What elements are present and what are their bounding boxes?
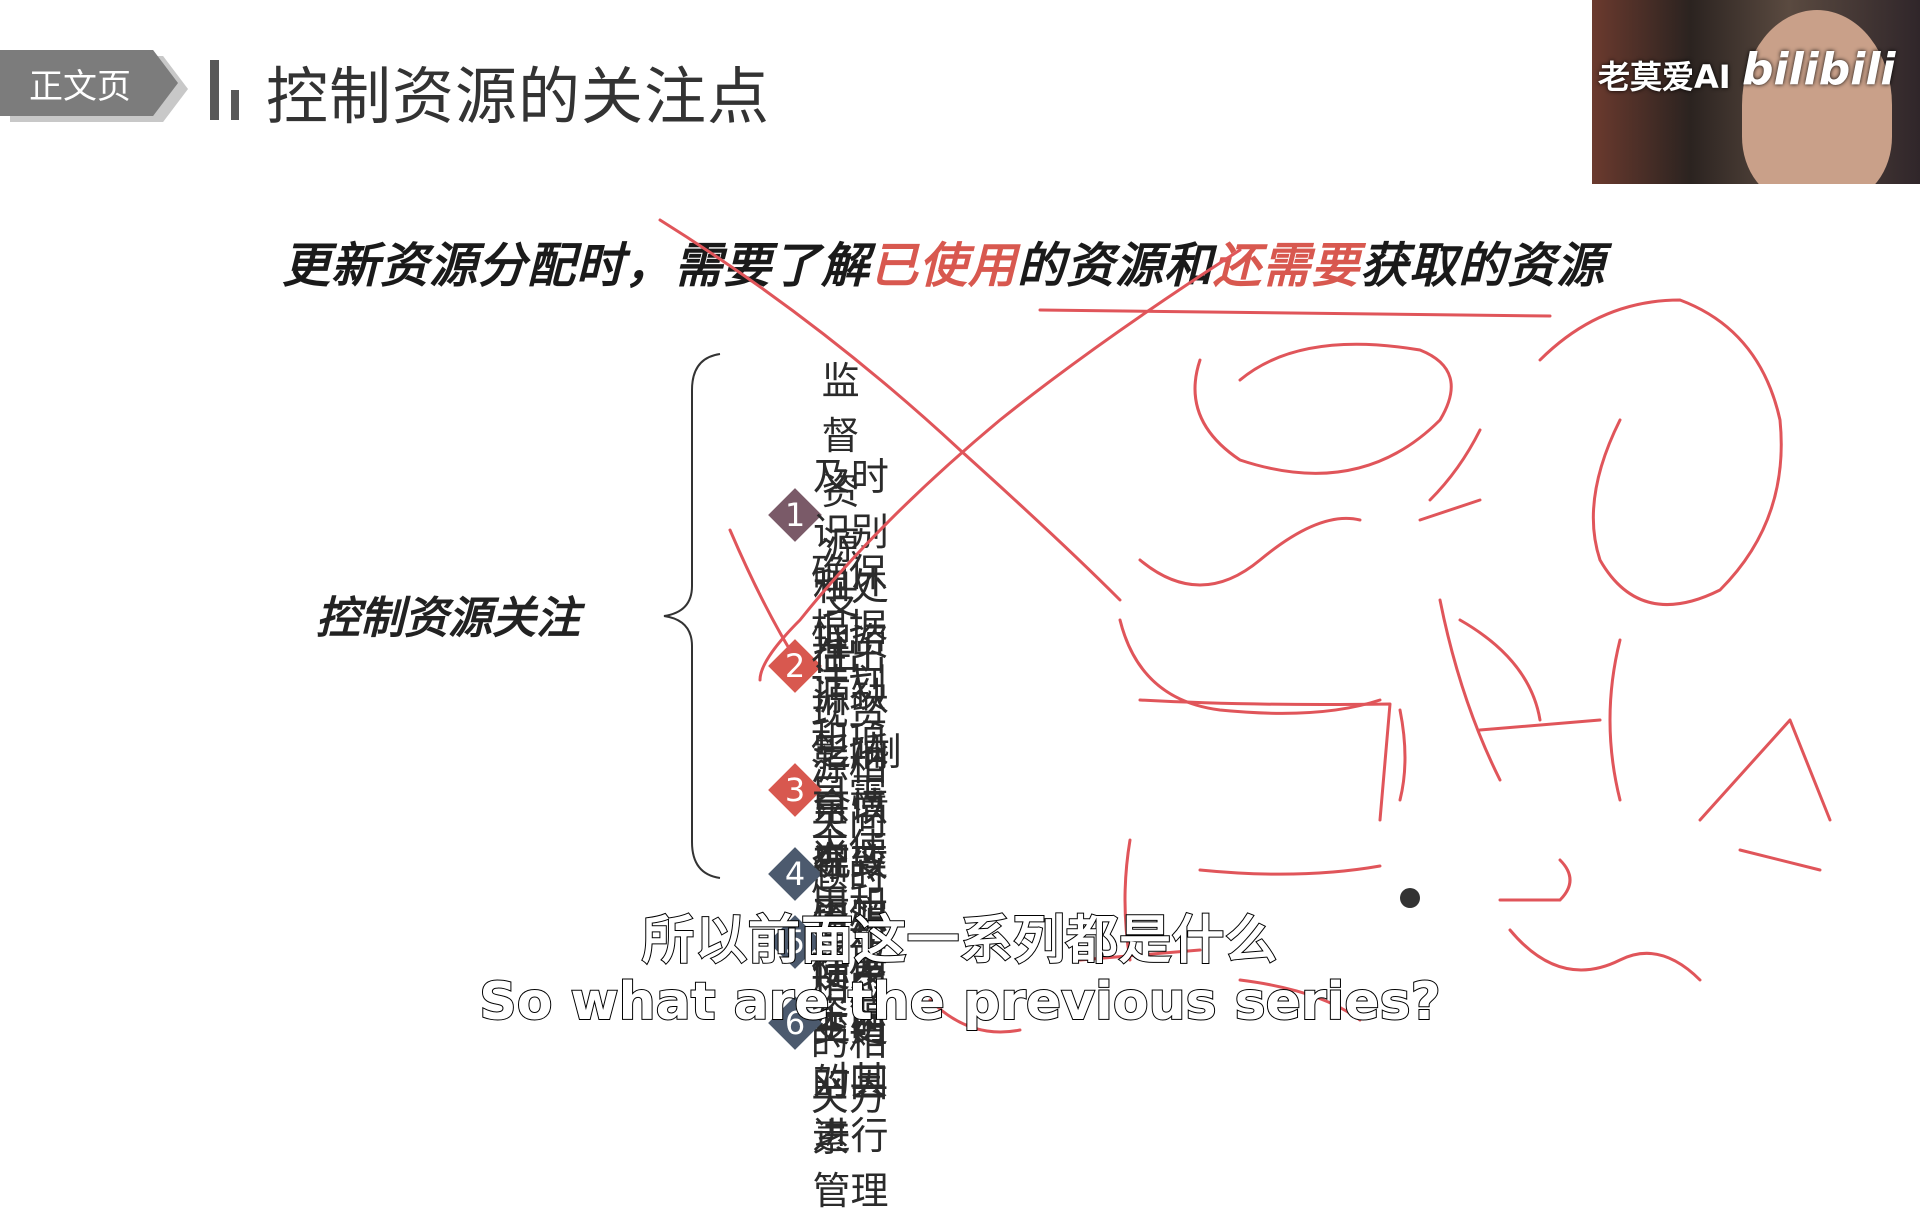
headline-part1: 更新资源分配时，需要了解 <box>282 238 871 294</box>
subtitle-english: So what are the previous series? <box>478 971 1441 1033</box>
headline-highlight-needed: 还需要 <box>1213 238 1361 294</box>
webcam-overlay: 老莫爱AI bilibili <box>1592 0 1920 184</box>
title-bars-decoration <box>210 56 244 120</box>
headline-part3: 获取的资源 <box>1360 238 1606 294</box>
headline-highlight-used: 已使用 <box>870 238 1018 294</box>
curly-brace <box>663 353 721 879</box>
subtitle-chinese: 所以前面这一系列都是什么 <box>641 910 1278 972</box>
headline: 更新资源分配时，需要了解已使用的资源和还需要获取的资源 <box>282 226 1605 296</box>
group-label: 控制资源关注 <box>316 593 580 644</box>
page-tag: 正文页 <box>0 50 178 116</box>
headline-part2: 的资源和 <box>1017 238 1214 294</box>
channel-watermark: 老莫爱AI <box>1598 58 1731 96</box>
bilibili-logo: bilibili <box>1742 44 1896 95</box>
page-title: 控制资源的关注点 <box>266 60 771 133</box>
